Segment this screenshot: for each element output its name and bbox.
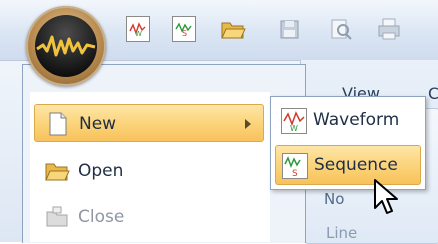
submenu-item-waveform-label: Waveform [313, 110, 400, 130]
svg-text:W: W [290, 124, 298, 133]
submenu-arrow-icon [245, 119, 251, 129]
menu-item-close-label: Close [78, 207, 125, 227]
svg-text:S: S [182, 29, 187, 37]
tab-partial[interactable]: C [428, 84, 438, 103]
waveform-logo-icon [35, 15, 97, 77]
save-disk-icon[interactable] [278, 16, 302, 42]
ribbon-partial-label-no: No [324, 190, 345, 208]
menu-item-close[interactable]: Close [34, 198, 264, 236]
new-sequence-icon[interactable]: S [172, 16, 196, 42]
waveform-icon: W [281, 108, 307, 134]
svg-text:S: S [292, 169, 298, 178]
mouse-cursor-icon [374, 179, 398, 214]
menu-item-open[interactable]: Open [34, 152, 264, 190]
print-preview-icon[interactable] [328, 16, 352, 42]
application-menu-button[interactable] [26, 6, 106, 86]
new-submenu: W Waveform S Sequence [270, 96, 426, 190]
close-folder-icon [44, 204, 70, 230]
open-folder-icon[interactable] [220, 16, 246, 42]
submenu-item-waveform[interactable]: W Waveform [275, 101, 421, 141]
new-document-icon [45, 111, 71, 137]
ribbon-partial-label-line: Line [326, 224, 358, 242]
menu-item-new-label: New [79, 114, 117, 134]
submenu-item-sequence-label: Sequence [314, 155, 398, 175]
svg-text:W: W [135, 30, 142, 37]
sequence-icon: S [282, 153, 308, 179]
menu-item-open-label: Open [78, 161, 124, 181]
print-icon[interactable] [376, 16, 400, 42]
application-window: W S View C No Line New Open Close W Wave… [0, 0, 438, 244]
new-waveform-icon[interactable]: W [126, 16, 150, 42]
menu-item-new[interactable]: New [34, 104, 264, 142]
open-folder-icon [44, 158, 70, 184]
